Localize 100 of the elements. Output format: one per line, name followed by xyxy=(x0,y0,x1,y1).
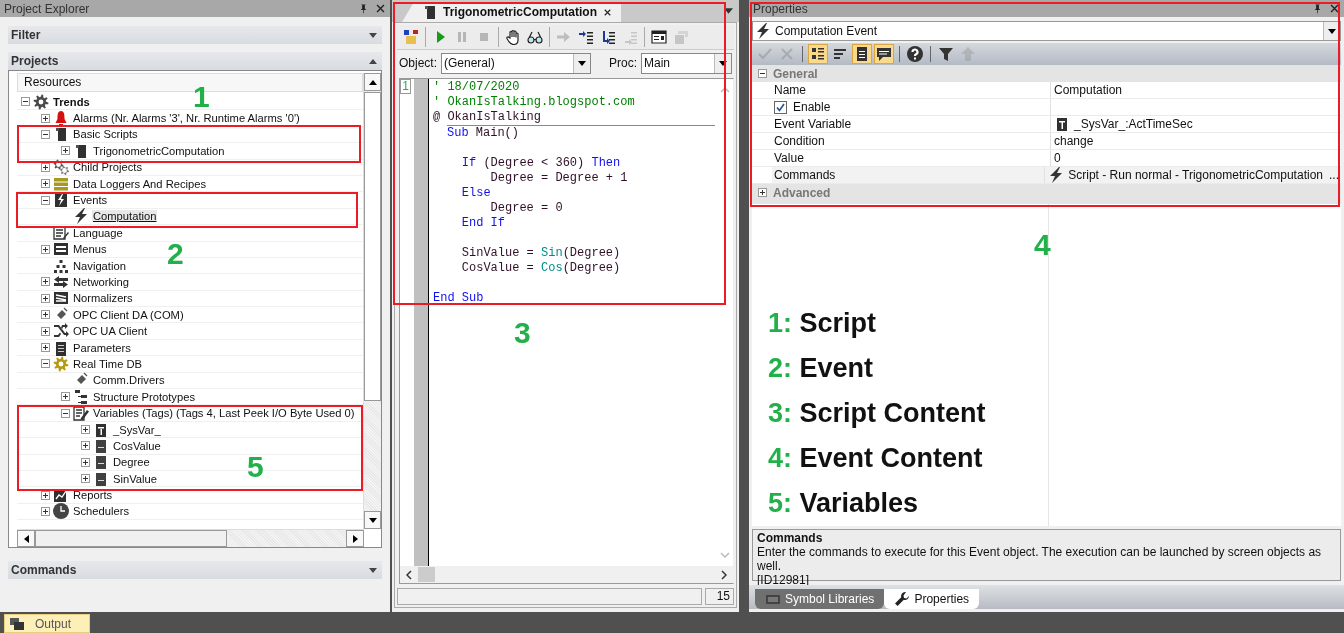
tab-title: TrigonometricComputation xyxy=(443,5,597,19)
expand-toggle[interactable] xyxy=(81,457,90,467)
tree-item[interactable]: OPC UA Client xyxy=(72,325,148,338)
pin-icon[interactable] xyxy=(358,3,369,14)
tree-item[interactable]: Structure Prototypes xyxy=(92,390,196,403)
tree-item[interactable]: Comm.Drivers xyxy=(92,374,166,387)
expand-toggle[interactable] xyxy=(41,310,50,320)
tree-item[interactable]: Variables (Tags) (Tags 4, Last Peek I/O Byte Used 0) xyxy=(92,407,356,420)
expand-toggle[interactable] xyxy=(41,113,50,123)
pencil-icon xyxy=(73,405,89,422)
tree-item[interactable]: Real Time DB xyxy=(72,357,143,370)
property-value[interactable]: 0 xyxy=(1054,151,1061,165)
panel-tab[interactable]: Properties xyxy=(884,589,980,609)
arrow-icon[interactable] xyxy=(23,534,29,543)
close-icon[interactable] xyxy=(375,3,386,14)
expand-toggle[interactable] xyxy=(758,188,767,197)
expand-toggle[interactable] xyxy=(61,146,70,156)
arrow-icon[interactable] xyxy=(368,517,377,523)
expand-toggle[interactable] xyxy=(41,162,50,172)
expand-toggle[interactable] xyxy=(41,244,50,254)
section-header[interactable]: Filter xyxy=(8,26,382,44)
tree-item[interactable]: Reports xyxy=(72,489,114,502)
section-header[interactable]: Projects xyxy=(8,52,382,70)
expand-toggle[interactable] xyxy=(41,343,50,353)
expand-toggle[interactable] xyxy=(41,326,50,336)
property-value[interactable]: Script - Run normal - TrigonometricComputation xyxy=(1068,168,1323,182)
procedure-dropdown[interactable]: Main xyxy=(641,52,732,74)
expand-toggle[interactable] xyxy=(41,179,50,189)
expand-toggle[interactable] xyxy=(61,408,70,418)
document-icon[interactable] xyxy=(852,44,872,64)
object-dropdown[interactable]: (General) xyxy=(441,52,591,74)
panel-tab[interactable]: Symbol Libraries xyxy=(755,589,885,609)
close-icon[interactable] xyxy=(1329,3,1340,14)
tree-item[interactable]: Parameters xyxy=(72,341,132,354)
tree-item[interactable]: Normalizers xyxy=(72,292,134,305)
arrow-icon[interactable] xyxy=(352,534,358,543)
expand-toggle[interactable] xyxy=(41,277,50,287)
category-label[interactable]: General xyxy=(773,66,818,81)
expand-toggle[interactable] xyxy=(758,69,767,78)
property-name: Enable xyxy=(793,100,831,114)
tree-item[interactable]: Schedulers xyxy=(72,505,130,518)
expand-toggle[interactable] xyxy=(41,129,50,139)
breakpoint-margin[interactable] xyxy=(414,79,429,566)
property-value[interactable]: Computation xyxy=(1054,83,1123,97)
scrollbar[interactable] xyxy=(17,529,364,547)
step-icon[interactable] xyxy=(600,29,616,45)
ellipsis-button[interactable]: ... xyxy=(1327,168,1341,182)
tree-item[interactable]: Basic Scripts xyxy=(72,128,139,141)
shapes-icon[interactable] xyxy=(403,29,419,45)
speech-bubble-icon[interactable] xyxy=(874,44,894,64)
hand-icon[interactable] xyxy=(505,29,521,45)
expand-toggle[interactable] xyxy=(41,359,50,369)
tree-item[interactable]: _SysVar_ xyxy=(112,423,162,436)
tree-item[interactable]: Navigation xyxy=(72,259,127,272)
scroll-icon xyxy=(422,4,438,20)
expand-toggle[interactable] xyxy=(41,293,50,303)
scrollbar[interactable] xyxy=(363,73,381,529)
tree-item[interactable]: Language xyxy=(72,226,124,239)
expand-toggle[interactable] xyxy=(41,506,50,516)
object-dropdown[interactable]: Computation Event xyxy=(752,21,1341,41)
section-header[interactable]: Commands xyxy=(8,561,382,579)
caret-icon xyxy=(369,32,377,38)
tree-item[interactable]: Computation xyxy=(92,210,158,223)
expand-toggle[interactable] xyxy=(81,474,90,484)
tree-item[interactable]: Data Loggers And Recipes xyxy=(72,177,208,190)
tree-item[interactable]: OPC Client DA (COM) xyxy=(72,308,185,321)
legend-item: 5: Variables xyxy=(768,487,919,520)
list-icon[interactable] xyxy=(808,44,828,64)
scroll-thumb[interactable] xyxy=(418,567,435,582)
checkbox[interactable] xyxy=(774,100,787,114)
editor-tab[interactable]: TrigonometricComputation xyxy=(402,2,621,22)
pin-icon[interactable] xyxy=(1312,3,1323,14)
tree-item[interactable]: Events xyxy=(72,194,109,207)
tree-item[interactable]: Menus xyxy=(72,243,108,256)
category-label[interactable]: Advanced xyxy=(773,185,831,200)
tree-item[interactable]: Alarms (Nr. Alarms '3', Nr. Runtime Alarms '0') xyxy=(72,112,301,125)
tree-item[interactable]: TrigonometricComputation xyxy=(92,144,226,157)
code-line: If (Degree < 360) Then xyxy=(460,156,621,170)
tree-item[interactable]: Trends xyxy=(52,95,91,108)
window-icon[interactable] xyxy=(651,29,667,45)
expand-toggle[interactable] xyxy=(81,425,90,434)
expand-toggle[interactable] xyxy=(61,392,70,402)
arrow-icon[interactable] xyxy=(368,79,377,85)
glasses-icon[interactable] xyxy=(527,29,543,45)
expand-toggle[interactable] xyxy=(41,195,50,205)
status-value: 15 xyxy=(705,588,734,605)
tree-item[interactable]: Degree xyxy=(112,456,151,469)
output-tab[interactable]: Output xyxy=(4,614,90,633)
property-value[interactable]: change xyxy=(1054,134,1094,148)
caret-icon[interactable] xyxy=(724,8,733,14)
expand-toggle[interactable] xyxy=(21,97,30,107)
expand-toggle[interactable] xyxy=(81,441,90,451)
tree-item[interactable]: CosValue xyxy=(112,439,162,452)
tree-item[interactable]: Child Projects xyxy=(72,161,143,174)
property-value[interactable]: _SysVar_:ActTimeSec xyxy=(1074,117,1193,131)
help-icon[interactable] xyxy=(905,44,925,64)
tree-item[interactable]: SinValue xyxy=(112,472,158,485)
step-icon[interactable] xyxy=(578,29,594,45)
tree-item[interactable]: Networking xyxy=(72,276,130,288)
expand-toggle[interactable] xyxy=(41,490,50,500)
